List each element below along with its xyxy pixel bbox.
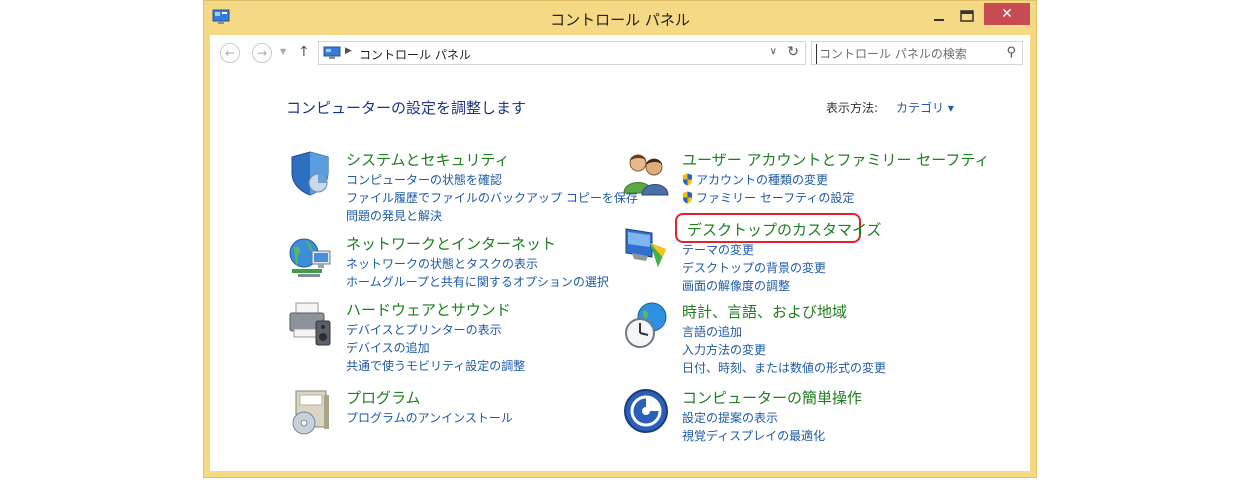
back-button[interactable]: ←: [220, 43, 240, 63]
category-title[interactable]: コンピューターの簡単操作: [682, 387, 862, 408]
link-screen-resolution[interactable]: 画面の解像度の調整: [682, 277, 790, 294]
view-by-dropdown[interactable]: カテゴリ ▾: [896, 99, 954, 116]
control-panel-window: コントロール パネル ✕ ← → ▼ ↑ ▶ コントロール パネル ∨ ↻ コン…: [203, 0, 1037, 478]
link-family-safety[interactable]: ファミリー セーフティの設定: [696, 189, 854, 206]
category-title[interactable]: ハードウェアとサウンド: [346, 299, 511, 320]
link-uninstall-program[interactable]: プログラムのアンインストール: [346, 409, 513, 426]
refresh-icon[interactable]: ↻: [787, 44, 799, 60]
category-title[interactable]: 時計、言語、および地域: [682, 301, 847, 322]
link-add-language[interactable]: 言語の追加: [682, 323, 742, 340]
category-title[interactable]: システムとセキュリティ: [346, 149, 510, 170]
highlighted-category-title[interactable]: デスクトップのカスタマイズ: [675, 213, 882, 243]
link-mobility-settings[interactable]: 共通で使うモビリティ設定の調整: [346, 357, 525, 374]
link-change-formats[interactable]: 日付、時刻、または数値の形式の変更: [682, 359, 886, 376]
breadcrumb-chevron-icon[interactable]: ▶: [345, 46, 352, 56]
search-icon[interactable]: ⚲: [1006, 45, 1016, 60]
category-title[interactable]: ユーザー アカウントとファミリー セーフティ: [682, 149, 989, 170]
security-shield-icon[interactable]: [286, 149, 334, 197]
link-troubleshoot[interactable]: 問題の発見と解決: [346, 207, 442, 224]
view-by-label: 表示方法:: [826, 101, 879, 115]
category-title[interactable]: プログラム: [346, 387, 421, 408]
forward-button[interactable]: →: [252, 43, 272, 63]
up-button[interactable]: ↑: [298, 44, 310, 60]
category-title: デスクトップのカスタマイズ: [687, 221, 882, 239]
monitor-palette-icon[interactable]: [622, 223, 670, 271]
printer-speaker-icon[interactable]: [286, 299, 334, 347]
ease-of-access-icon[interactable]: [622, 387, 670, 435]
maximize-button[interactable]: [954, 5, 980, 27]
close-icon: ✕: [1001, 6, 1013, 22]
link-file-history[interactable]: ファイル履歴でファイルのバックアップ コピーを保存: [346, 189, 638, 206]
recent-locations-chevron-icon[interactable]: ▼: [280, 47, 286, 56]
title-bar[interactable]: コントロール パネル ✕: [204, 1, 1036, 35]
breadcrumb[interactable]: コントロール パネル: [359, 46, 471, 63]
link-add-device[interactable]: デバイスの追加: [346, 339, 430, 356]
page-title: コンピューターの設定を調整します: [286, 99, 527, 117]
link-change-account-type[interactable]: アカウントの種類の変更: [696, 171, 828, 188]
link-change-theme[interactable]: テーマの変更: [682, 241, 754, 258]
address-bar[interactable]: ▶ コントロール パネル ∨ ↻: [318, 41, 806, 65]
search-box[interactable]: ⚲: [811, 41, 1023, 65]
link-get-recommendations[interactable]: 設定の提案の表示: [682, 409, 778, 426]
uac-shield-icon: [683, 191, 692, 204]
programs-box-icon[interactable]: [286, 387, 334, 435]
chevron-down-icon[interactable]: ∨: [770, 46, 777, 57]
arrow-right-icon: →: [256, 46, 268, 60]
arrow-left-icon: ←: [224, 46, 236, 60]
search-input[interactable]: [816, 44, 1001, 64]
clock-globe-icon[interactable]: [622, 301, 670, 349]
close-button[interactable]: ✕: [984, 3, 1030, 25]
link-optimize-display[interactable]: 視覚ディスプレイの最適化: [682, 427, 825, 444]
link-devices-printers[interactable]: デバイスとプリンターの表示: [346, 321, 502, 338]
link-homegroup[interactable]: ホームグループと共有に関するオプションの選択: [346, 273, 609, 290]
minimize-button[interactable]: [926, 5, 952, 27]
uac-shield-icon: [683, 173, 692, 186]
network-globe-icon[interactable]: [286, 233, 334, 281]
link-change-input-method[interactable]: 入力方法の変更: [682, 341, 766, 358]
main-content: コンピューターの設定を調整します 表示方法: カテゴリ ▾ システムとセキュリテ…: [210, 73, 1030, 471]
minimize-icon: [934, 19, 944, 21]
users-icon[interactable]: [622, 149, 670, 197]
link-desktop-background[interactable]: デスクトップの背景の変更: [682, 259, 826, 276]
link-network-status[interactable]: ネットワークの状態とタスクの表示: [346, 255, 538, 272]
link-check-status[interactable]: コンピューターの状態を確認: [346, 171, 502, 188]
navigation-bar: ← → ▼ ↑ ▶ コントロール パネル ∨ ↻ ⚲: [210, 35, 1030, 73]
window-title: コントロール パネル: [550, 11, 690, 29]
control-panel-icon: [323, 46, 341, 59]
maximize-icon: [960, 10, 974, 22]
category-title[interactable]: ネットワークとインターネット: [346, 233, 556, 254]
